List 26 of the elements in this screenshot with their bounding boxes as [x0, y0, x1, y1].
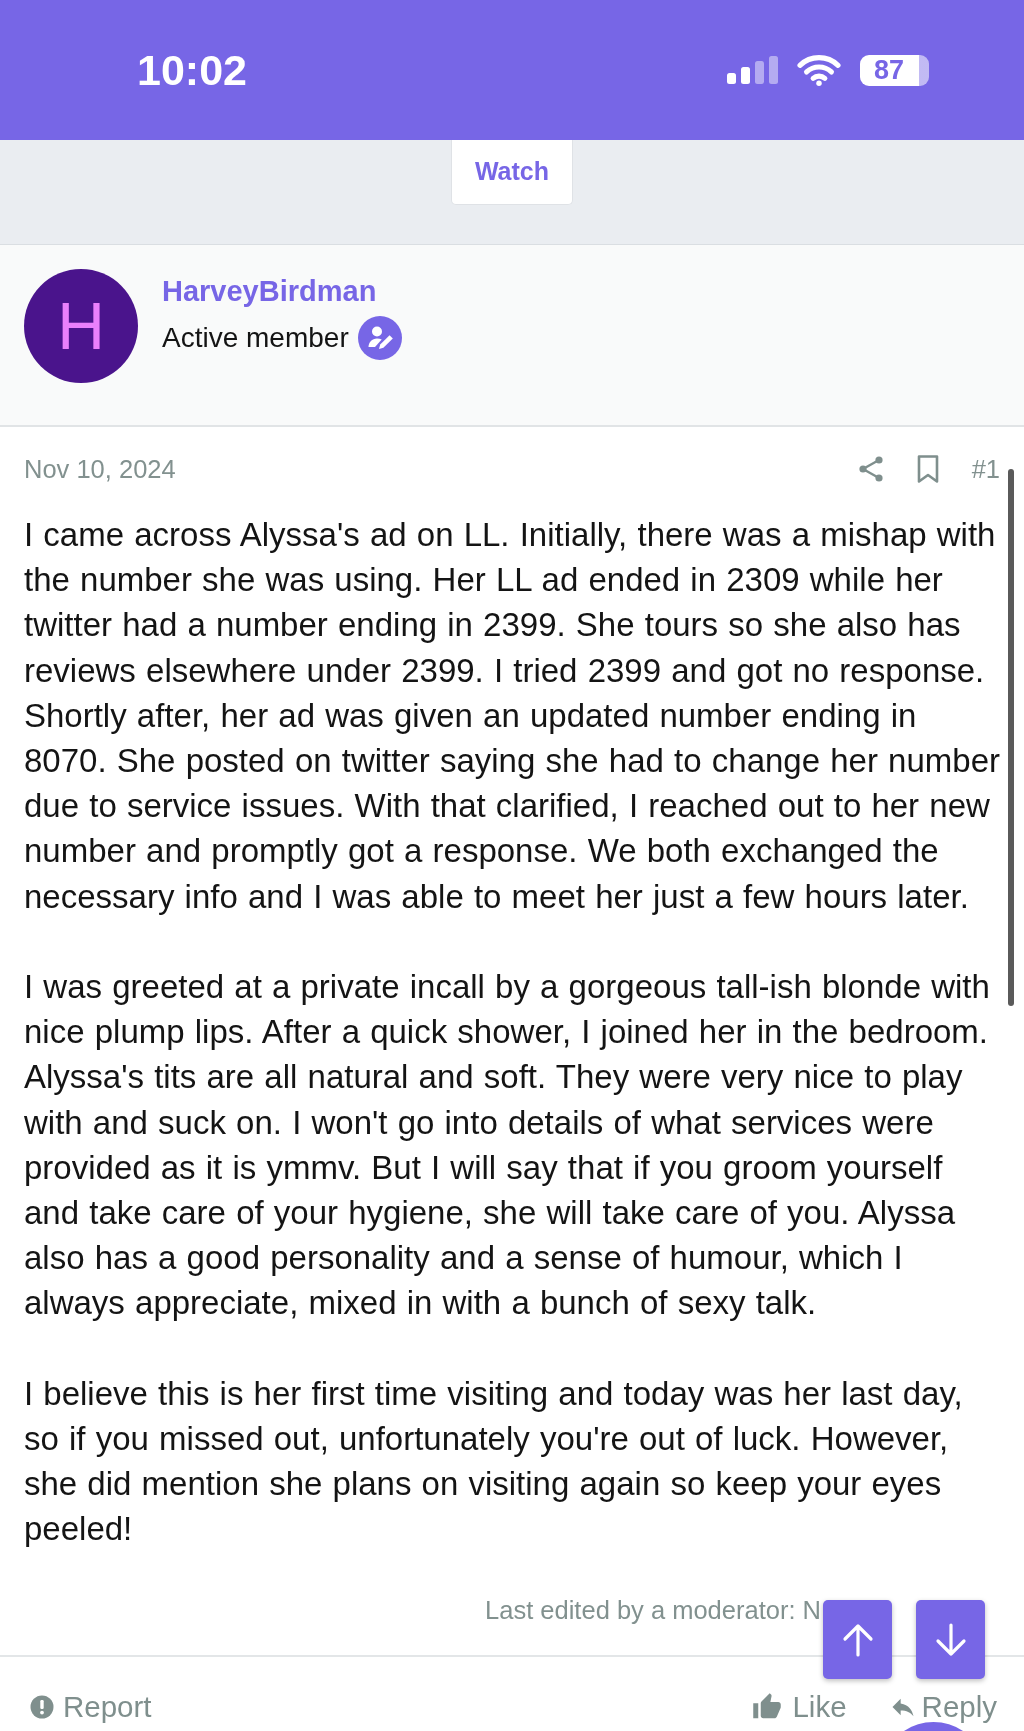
- scroll-up-button[interactable]: [823, 1600, 892, 1679]
- arrow-up-icon: [841, 1622, 874, 1657]
- floating-button[interactable]: [904, 1722, 963, 1731]
- bookmark-icon[interactable]: [915, 455, 940, 483]
- arrow-down-icon: [934, 1622, 967, 1657]
- user-title: Active member: [162, 321, 349, 355]
- post-number-link[interactable]: #1: [971, 454, 1000, 484]
- exclamation-circle-icon: [30, 1694, 54, 1719]
- like-button[interactable]: Like: [752, 1691, 847, 1722]
- signal-icon: [727, 56, 778, 84]
- avatar[interactable]: H: [24, 269, 138, 383]
- username-link[interactable]: HarveyBirdman: [162, 273, 377, 309]
- share-icon[interactable]: [857, 455, 884, 483]
- post-paragraph: I was greeted at a private incall by a gorgeous tall-ish blonde with nice plump lips. After a quick shower, I joined her in the bedroom. Alyssa's tits are all natural and soft. They were very nice to play with and suck on. I won't go into details of what services were provided as it is ymmv. But I will say that if you groom yourself and take care of your hygiene, she will take care of you. Alyssa also has a good personality and a sense of humour, which I always appreciate, mixed in with a bunch of sexy talk.: [24, 967, 991, 1324]
- report-button[interactable]: Report: [30, 1692, 152, 1722]
- scroll-down-button[interactable]: [916, 1600, 985, 1679]
- post-date[interactable]: Nov 10, 2024: [24, 454, 176, 484]
- member-badge-icon: [357, 316, 402, 360]
- wifi-icon: [797, 54, 841, 86]
- post-paragraph: I came across Alyssa's ad on LL. Initially, there was a mishap with the number she was using. Her LL ad ended in 2309 while her twitter had a number ending in 2399. She tours so she also has reviews elsewhere under 2399. I tried 2399 and got no response. Shortly after, her ad was given an updated number ending in 8070. She posted on twitter saying she had to change her number due to service issues. With that clarified, I reached out to her new number and promptly got a response. We both exchanged the necessary info and I was able to meet her just a few hours later.: [24, 515, 1001, 917]
- watch-button[interactable]: Watch: [451, 140, 573, 205]
- status-time: 10:02: [137, 48, 247, 92]
- battery-percentage: 87: [860, 54, 929, 86]
- post-paragraph: I believe this is her first time visiting and today was her last day, so if you missed out, unfortunately you're out of luck. However, she did mention she plans on visiting again so keep your eyes peeled!: [24, 1373, 964, 1550]
- reply-button[interactable]: Reply: [888, 1692, 997, 1722]
- edit-note: Last edited by a moderator: N: [485, 1594, 821, 1625]
